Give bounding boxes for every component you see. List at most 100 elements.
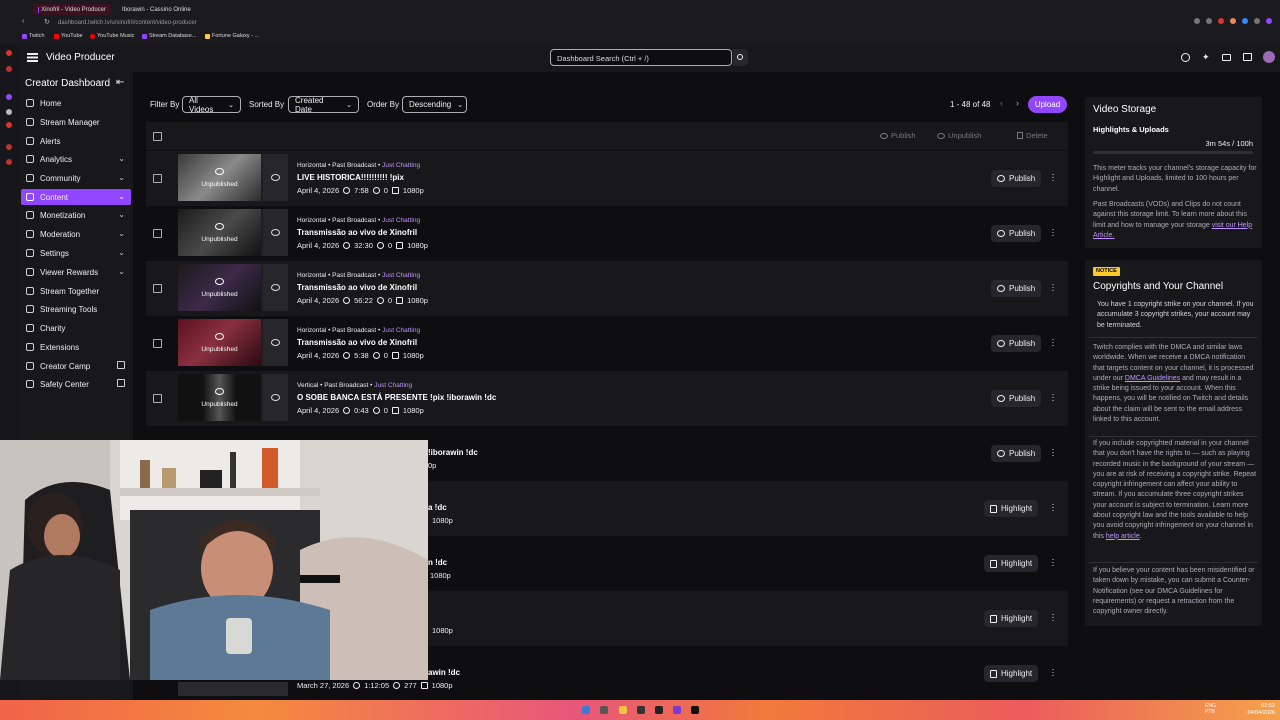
sidebar-item-creator-camp[interactable]: Creator Camp [21, 358, 131, 374]
bookmark-youtube[interactable]: YouTube [54, 33, 83, 39]
upload-button[interactable]: Upload [1028, 96, 1067, 113]
sidebar-item-monetization[interactable]: Monetization ⌄ [21, 207, 131, 223]
address-bar[interactable]: dashboard.twitch.tv/u/xinofril/content/v… [58, 18, 1108, 28]
video-thumbnail[interactable]: Unpublished [178, 209, 288, 256]
more-options-icon[interactable]: · · · [1050, 555, 1056, 570]
avatar[interactable] [1263, 51, 1275, 63]
more-options-icon[interactable]: · · · [1050, 280, 1056, 295]
sidebar-item-home[interactable]: Home [21, 95, 131, 111]
bookmark-youtube-music[interactable]: YouTube Music [90, 33, 135, 39]
whispers-icon[interactable] [1243, 53, 1252, 61]
video-title[interactable]: Transmissão ao vivo de Xinofril [297, 228, 417, 237]
browser-tab-active[interactable]: Xinofril - Video Producer [33, 4, 111, 15]
taskbar-app-icon[interactable] [691, 706, 699, 714]
browser-tab[interactable]: Iborawin - Cassino Online [114, 4, 192, 15]
sidebar-item-streaming-tools[interactable]: Streaming Tools [21, 301, 131, 317]
more-options-icon[interactable]: · · · [1050, 610, 1056, 625]
video-row[interactable]: Unpublished Horizontal • Past Broadcast … [146, 316, 1068, 371]
menu-icon[interactable] [27, 53, 38, 55]
more-options-icon[interactable]: · · · [1050, 225, 1056, 240]
prev-page-icon[interactable]: ‹ [1000, 98, 1003, 108]
more-options-icon[interactable]: · · · [1050, 665, 1056, 680]
publish-button[interactable]: Publish [991, 225, 1042, 242]
publish-button[interactable]: Publish [991, 170, 1042, 187]
video-thumbnail[interactable] [178, 682, 288, 696]
search-button[interactable] [733, 49, 748, 66]
highlight-button[interactable]: Highlight [984, 610, 1039, 627]
sidebar-item-alerts[interactable]: Alerts [21, 133, 131, 149]
inbox-icon[interactable] [1222, 54, 1231, 61]
taskbar-app-icon[interactable] [619, 706, 627, 714]
help-icon[interactable] [1181, 53, 1190, 62]
row-checkbox[interactable] [153, 394, 162, 403]
sidebar-item-community[interactable]: Community ⌄ [21, 170, 131, 186]
search-input[interactable]: Dashboard Search (Ctrl + /) [550, 49, 732, 66]
highlight-button[interactable]: Highlight [984, 555, 1039, 572]
filter-select[interactable]: All Videos ⌄ [182, 96, 241, 114]
sidebar-item-charity[interactable]: Charity [21, 320, 131, 336]
reload-icon[interactable]: ↻ [44, 18, 50, 26]
bulk-publish-button[interactable]: Publish [880, 131, 916, 140]
video-thumbnail[interactable]: Unpublished [178, 264, 288, 311]
more-options-icon[interactable]: · · · [1050, 500, 1056, 515]
collapse-sidebar-icon[interactable]: ⇤ [116, 77, 124, 88]
highlight-button[interactable]: Highlight [984, 665, 1039, 682]
sidebar-item-viewer-rewards[interactable]: Viewer Rewards ⌄ [21, 264, 131, 280]
video-title[interactable]: O SOBE BANCA ESTÁ PRESENTE !pix !iborawi… [297, 393, 496, 402]
sidebar-item-stream-together[interactable]: Stream Together [21, 283, 131, 299]
more-options-icon[interactable]: · · · [1050, 390, 1056, 405]
sidebar-item-analytics[interactable]: Analytics ⌄ [21, 151, 131, 167]
language-indicator[interactable]: ENG PTB [1205, 703, 1217, 715]
next-page-icon[interactable]: › [1016, 98, 1019, 108]
more-options-icon[interactable]: · · · [1050, 170, 1056, 185]
video-title[interactable]: a !dc [428, 503, 447, 512]
magic-icon[interactable]: ✦ [1202, 52, 1210, 63]
back-icon[interactable]: ‹ [22, 18, 24, 25]
video-title[interactable]: Transmissão ao vivo de Xinofril [297, 338, 417, 347]
sidebar-item-extensions[interactable]: Extensions [21, 339, 131, 355]
publish-button[interactable]: Publish [991, 445, 1042, 462]
taskbar-app-icon[interactable] [600, 706, 608, 714]
more-options-icon[interactable]: · · · [1050, 445, 1056, 460]
video-title[interactable]: n !dc [428, 558, 447, 567]
bulk-unpublish-button[interactable]: Unpublish [937, 131, 981, 140]
taskbar-app-icon[interactable] [637, 706, 645, 714]
video-thumbnail[interactable]: Unpublished [178, 374, 288, 421]
publish-button[interactable]: Publish [991, 335, 1042, 352]
video-title[interactable]: Transmissão ao vivo de Xinofril [297, 283, 417, 292]
sidebar-item-settings[interactable]: Settings ⌄ [21, 245, 131, 261]
row-checkbox[interactable] [153, 174, 162, 183]
video-row[interactable]: Unpublished Horizontal • Past Broadcast … [146, 151, 1068, 206]
video-thumbnail[interactable]: Unpublished [178, 319, 288, 366]
video-title[interactable]: awin !dc [428, 668, 460, 677]
taskbar-app-icon[interactable] [655, 706, 663, 714]
highlight-button[interactable]: Highlight [984, 500, 1039, 517]
row-checkbox[interactable] [153, 284, 162, 293]
publish-button[interactable]: Publish [991, 280, 1042, 297]
bulk-delete-button[interactable]: Delete [1017, 131, 1048, 140]
video-thumbnail[interactable]: Unpublished [178, 154, 288, 201]
clock[interactable]: 02:52 04/04/2026 [1245, 703, 1275, 717]
help-article-link[interactable]: help article [1106, 533, 1140, 540]
sidebar-item-content[interactable]: Content ⌄ [21, 189, 131, 205]
select-all-checkbox[interactable] [153, 132, 162, 141]
bookmark-twitch[interactable]: Twitch [22, 33, 45, 39]
sidebar-item-safety-center[interactable]: Safety Center [21, 376, 131, 392]
video-row[interactable]: Unpublished Horizontal • Past Broadcast … [146, 206, 1068, 261]
sort-select[interactable]: Created Date ⌄ [288, 96, 359, 114]
video-row[interactable]: Unpublished Horizontal • Past Broadcast … [146, 261, 1068, 316]
start-icon[interactable] [582, 706, 590, 714]
taskbar-app-icon[interactable] [673, 706, 681, 714]
order-select[interactable]: Descending ⌄ [402, 96, 467, 113]
row-checkbox[interactable] [153, 339, 162, 348]
video-title[interactable]: LIVE HISTORICA!!!!!!!!!! !pix [297, 173, 404, 182]
dmca-guidelines-link[interactable]: DMCA Guidelines [1125, 375, 1180, 382]
sidebar-item-stream-manager[interactable]: Stream Manager [21, 114, 131, 130]
bookmark-fortune-galaxy[interactable]: Fortune Galaxy - ... [205, 33, 259, 39]
sidebar-item-moderation[interactable]: Moderation ⌄ [21, 226, 131, 242]
row-checkbox[interactable] [153, 229, 162, 238]
video-title[interactable]: !iborawin !dc [428, 448, 478, 457]
more-options-icon[interactable]: · · · [1050, 335, 1056, 350]
video-row[interactable]: Unpublished Vertical • Past Broadcast • … [146, 371, 1068, 426]
bookmark-stream-database[interactable]: Stream Database... [142, 33, 196, 39]
